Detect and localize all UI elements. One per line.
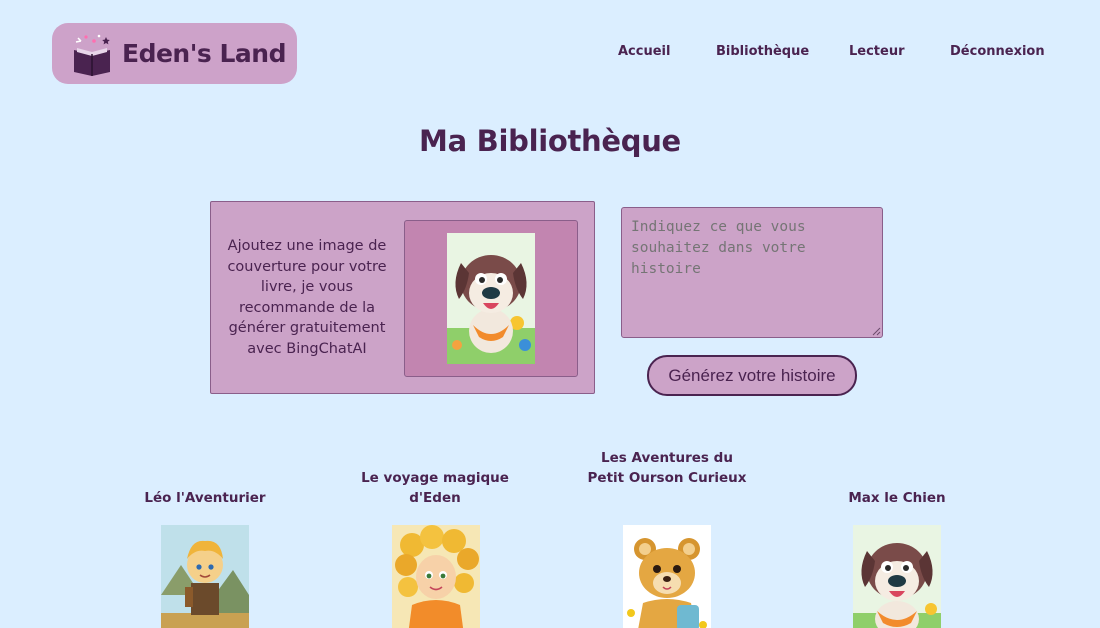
book-card[interactable]: Léo l'Aventurier [120,448,290,628]
book-card[interactable]: Max le Chien [812,448,982,628]
generate-story-button[interactable]: Générez votre histoire [647,355,857,396]
resize-grip-icon[interactable] [872,327,881,336]
book-card[interactable]: Le voyage magique d'Eden [350,448,520,628]
nav-bibliotheque[interactable]: Bibliothèque [716,44,809,59]
nav-lecteur[interactable]: Lecteur [849,44,905,59]
upload-instructions: Ajoutez une image de couverture pour vot… [227,238,387,357]
teddy-bear-image[interactable] [623,525,711,628]
main-nav: Accueil Bibliothèque Lecteur Déconnexion [0,44,1100,62]
nav-accueil[interactable]: Accueil [618,44,670,59]
book-title: Les Aventures du Petit Ourson Curieux [587,450,747,486]
book-title: Max le Chien [848,490,946,506]
book-card[interactable]: Les Aventures du Petit Ourson Curieux [582,448,752,628]
cover-dropzone[interactable] [404,220,578,377]
book-title: Le voyage magique d'Eden [361,470,509,506]
boy-adventurer-image[interactable] [161,525,249,628]
curly-girl-image[interactable] [392,525,480,628]
book-title: Léo l'Aventurier [144,490,266,506]
nav-deconnexion[interactable]: Déconnexion [950,44,1045,59]
page-title: Ma Bibliothèque [419,124,681,158]
dog-image[interactable] [853,525,941,628]
story-prompt-input[interactable] [621,207,883,338]
dog-cover-image [447,233,535,364]
cover-upload-panel: Ajoutez une image de couverture pour vot… [210,201,595,394]
